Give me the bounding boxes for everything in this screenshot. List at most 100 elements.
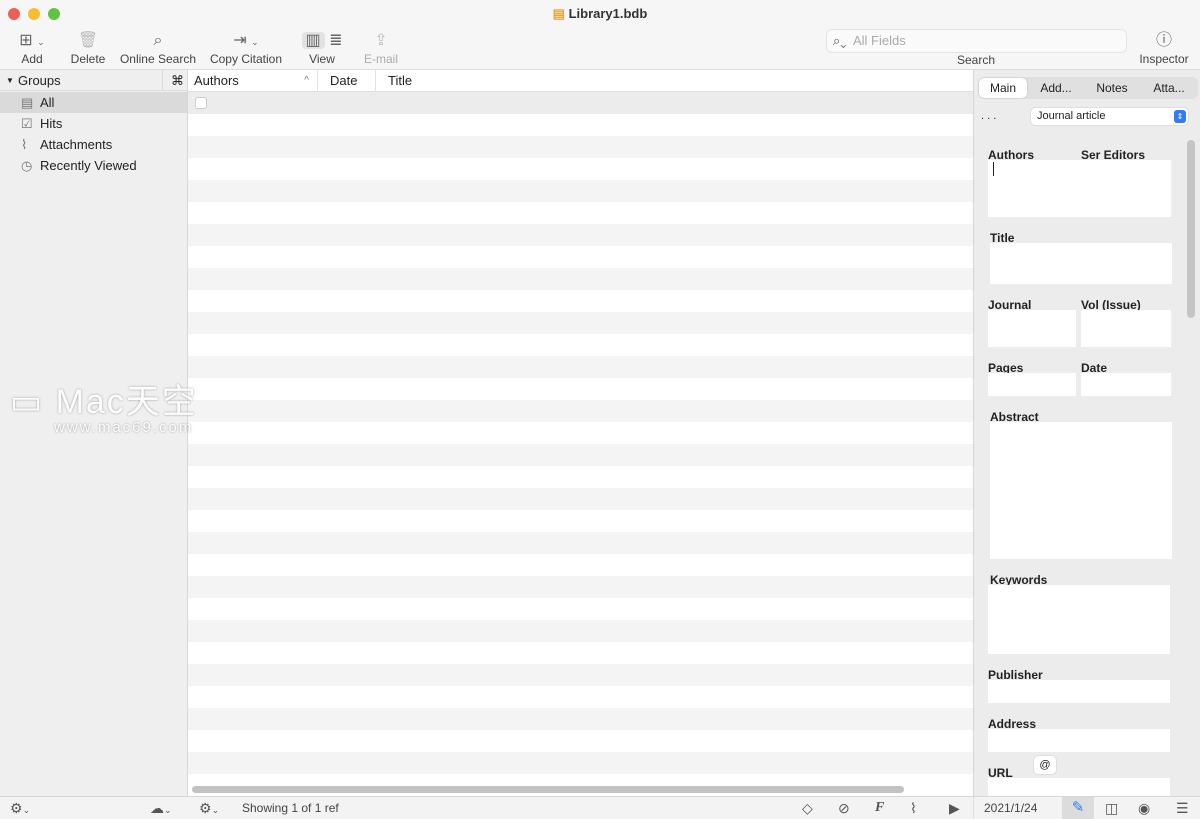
search-icon: ⌕ (153, 32, 163, 49)
table-row (188, 466, 973, 488)
url-at-button[interactable]: @ (1034, 756, 1056, 774)
horizontal-scrollbar[interactable] (192, 786, 904, 793)
table-row (188, 598, 973, 620)
table-row (188, 488, 973, 510)
tab-attachments[interactable]: Atta... (1142, 78, 1196, 98)
email-button[interactable]: ⇪ E-mail (360, 30, 402, 66)
vertical-scrollbar[interactable] (1186, 140, 1196, 795)
authors-field[interactable] (988, 160, 1090, 217)
table-row (188, 400, 973, 422)
pages-field[interactable] (988, 373, 1076, 396)
copy-citation-button[interactable]: ⇥ ⌄ Copy Citation (208, 30, 284, 66)
command-icon[interactable]: ⌘ (162, 70, 184, 91)
list-icon[interactable]: ☰ (1176, 800, 1189, 817)
search-label: Search (956, 53, 996, 67)
sidebar-item-recently-viewed[interactable]: ◷ Recently Viewed (0, 155, 187, 176)
inspector-panel: Main Add... Notes Atta... . . . Journal … (973, 70, 1200, 810)
add-icon: ⊞ ⌄ (19, 32, 45, 49)
table-row (188, 202, 973, 224)
paperclip-icon[interactable]: ⌇ (910, 800, 917, 817)
inspector-button[interactable]: ⓘ Inspector (1136, 30, 1192, 66)
row-checkbox[interactable] (195, 97, 207, 109)
edit-icon[interactable]: ✎ (1062, 797, 1094, 819)
play-icon[interactable]: ▶ (949, 800, 960, 817)
table-row (188, 180, 973, 202)
delete-button[interactable]: 🗑 Delete (68, 30, 108, 66)
table-row (188, 158, 973, 180)
cloud-icon[interactable]: ☁⌄ (150, 800, 172, 817)
table-row (188, 246, 973, 268)
note-icon[interactable]: ◫ (1105, 800, 1118, 817)
table-row (188, 532, 973, 554)
table-row (188, 136, 973, 158)
toolbar: ▤ Library1.bdb ⊞ ⌄ Add 🗑 Delete ⌕ Online Se… (0, 0, 1200, 70)
document-icon: ▤ (552, 6, 569, 21)
title-field[interactable] (990, 243, 1172, 284)
library-icon: ▤ (21, 95, 34, 110)
view-control[interactable]: ▥ ≣ View (292, 30, 352, 66)
tab-notes[interactable]: Notes (1086, 78, 1138, 98)
sidebar-item-attachments[interactable]: ⌇ Attachments (0, 134, 187, 155)
table-row (188, 752, 973, 774)
table-row (188, 664, 973, 686)
disclosure-triangle-icon[interactable]: ▼ (6, 70, 14, 91)
gear-action-icon[interactable]: ⚙⌄ (199, 800, 219, 817)
list-view-icon[interactable]: ≣ (329, 32, 342, 49)
table-row (188, 620, 973, 642)
sidebar-item-hits[interactable]: ☑ Hits (0, 113, 187, 134)
online-search-button[interactable]: ⌕ Online Search (118, 30, 198, 66)
watermark: ▭ Mac天空 www.mac69.com (10, 383, 198, 436)
scrollbar-thumb[interactable] (1187, 140, 1195, 318)
tab-main[interactable]: Main (979, 78, 1027, 98)
search-input[interactable]: ⌕⌄ All Fields (826, 29, 1127, 53)
add-button[interactable]: ⊞ ⌄ Add (12, 30, 52, 66)
publisher-field[interactable] (988, 680, 1170, 703)
table-row (188, 444, 973, 466)
keywords-field[interactable] (988, 585, 1170, 654)
date-display: 2021/1/24 (973, 797, 1037, 819)
text-cursor (993, 162, 994, 176)
table-row (188, 224, 973, 246)
table-row (188, 356, 973, 378)
table-row (188, 686, 973, 708)
date-field[interactable] (1081, 373, 1171, 396)
compass-icon[interactable]: ⊘ (838, 800, 850, 817)
abstract-field[interactable] (990, 422, 1172, 559)
search-icon: ⌕⌄ (833, 33, 847, 48)
publications-table: Authors ^ Date Title (188, 70, 973, 796)
columns-view-icon[interactable]: ▥ (301, 32, 325, 49)
table-row (188, 642, 973, 664)
ser_editors-field[interactable] (1081, 160, 1171, 217)
table-row (188, 268, 973, 290)
status-text: Showing 1 of 1 ref (242, 801, 339, 815)
eye-icon[interactable]: ◉ (1138, 800, 1150, 817)
address-field[interactable] (988, 729, 1170, 752)
vol-field[interactable] (1081, 310, 1171, 347)
groups-header[interactable]: ▼ Groups ⌘ (0, 70, 187, 91)
table-row[interactable] (188, 92, 973, 114)
trash-icon: 🗑 (77, 32, 99, 49)
column-header-date[interactable]: Date (318, 70, 376, 92)
inspector-tabs: Main Add... Notes Atta... (978, 77, 1198, 99)
gear-menu-icon[interactable]: ⚙⌄ (10, 800, 30, 817)
share-icon: ⇪ (374, 32, 388, 49)
column-header-title[interactable]: Title (376, 70, 973, 92)
font-icon[interactable]: F (875, 800, 884, 816)
table-row (188, 114, 973, 136)
more-options[interactable]: . . . (981, 110, 996, 122)
table-row (188, 290, 973, 312)
table-row (188, 708, 973, 730)
table-row (188, 554, 973, 576)
sidebar-item-all[interactable]: ▤ All (0, 92, 187, 113)
table-row (188, 730, 973, 752)
journal-field[interactable] (988, 310, 1076, 347)
tab-additional[interactable]: Add... (1030, 78, 1082, 98)
paperclip-icon: ⌇ (21, 137, 28, 152)
table-row (188, 422, 973, 444)
table-row (188, 334, 973, 356)
tag-icon[interactable]: ◇ (802, 800, 813, 817)
reference-type-select[interactable]: Journal article ⇕ (1031, 108, 1188, 125)
column-header-authors[interactable]: Authors ^ (188, 70, 318, 92)
info-icon: ⓘ (1155, 32, 1172, 49)
checkbox-icon: ☑ (21, 116, 33, 131)
